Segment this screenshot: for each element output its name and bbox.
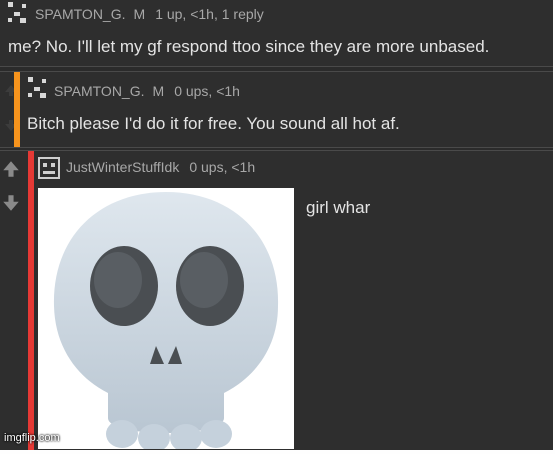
reply-bar — [14, 72, 20, 147]
avatar-icon[interactable] — [8, 2, 28, 24]
comment-stats: 0 ups, <1h — [174, 83, 240, 99]
comment-text: girl whar — [306, 198, 371, 217]
arrow-down-icon — [3, 195, 19, 211]
comment-stats: 1 up, <1h, 1 reply — [155, 6, 264, 22]
user-flag: M — [152, 83, 165, 99]
comment-image[interactable] — [38, 188, 294, 452]
username-link[interactable]: SPAMTON_G. — [54, 83, 145, 99]
arrow-up-icon — [3, 161, 19, 177]
watermark: imgflip.com — [4, 432, 60, 444]
avatar-icon[interactable] — [38, 157, 60, 179]
user-flag: M — [133, 6, 146, 22]
upvote-button[interactable] — [0, 155, 22, 183]
comment-thread: SPAMTON_G. M 1 up, <1h, 1 reply me? No. … — [0, 0, 553, 452]
comment-stats: 0 ups, <1h — [189, 159, 256, 175]
username-link[interactable]: SPAMTON_G. — [35, 6, 126, 22]
reply-bar — [28, 151, 34, 450]
avatar-icon[interactable] — [28, 77, 48, 99]
comment-2: SPAMTON_G. M 0 ups, <1h Bitch please I'd… — [0, 71, 553, 148]
comment-1: SPAMTON_G. M 1 up, <1h, 1 reply me? No. … — [0, 0, 553, 67]
username-link[interactable]: JustWinterStuffIdk — [66, 159, 179, 175]
comment-text: Bitch please I'd do it for free. You sou… — [27, 114, 400, 133]
downvote-button[interactable] — [0, 189, 22, 217]
comment-text: me? No. I'll let my gf respond ttoo sinc… — [8, 37, 490, 56]
skull-icon — [53, 192, 279, 452]
